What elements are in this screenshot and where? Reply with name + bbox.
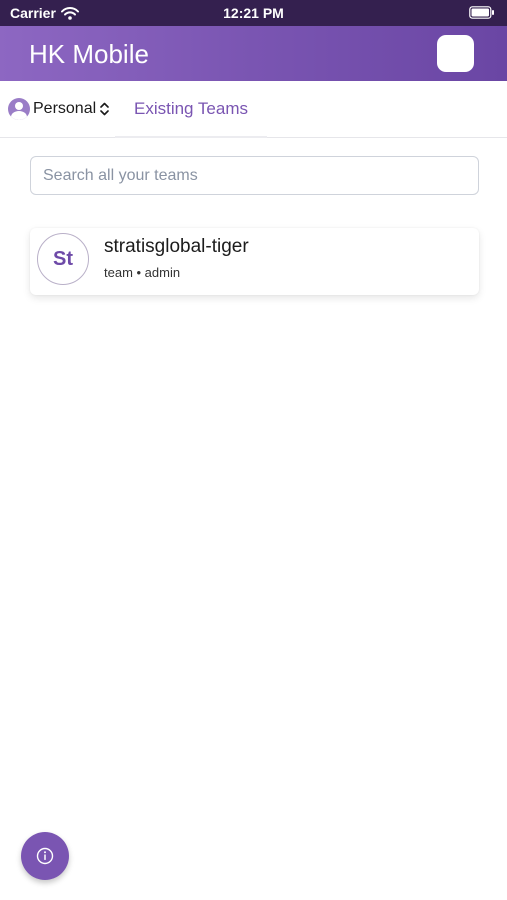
tab-bar: Personal Existing Teams [0, 81, 507, 138]
account-switcher[interactable]: Personal [8, 97, 109, 121]
status-bar: Carrier 12:21 PM [0, 0, 507, 26]
info-button[interactable] [21, 832, 69, 880]
battery-icon [469, 6, 495, 22]
tab-existing-teams-label: Existing Teams [133, 98, 248, 118]
team-avatar: St [37, 233, 89, 285]
app-title: HK Mobile [29, 39, 149, 69]
team-name: stratisglobal-tiger [104, 236, 249, 257]
app-header: HK Mobile [0, 26, 507, 81]
chevron-updown-icon [100, 102, 109, 116]
account-label: Personal [33, 100, 97, 117]
tab-existing-teams[interactable]: Existing Teams [115, 81, 267, 138]
search-input[interactable] [30, 156, 479, 195]
info-icon [36, 847, 54, 865]
status-time: 12:21 PM [223, 5, 284, 21]
user-avatar-icon [8, 98, 30, 120]
team-meta: team • admin [104, 265, 181, 280]
team-card[interactable]: St stratisglobal-tiger team • admin [30, 228, 479, 295]
header-action-button[interactable] [437, 35, 474, 72]
